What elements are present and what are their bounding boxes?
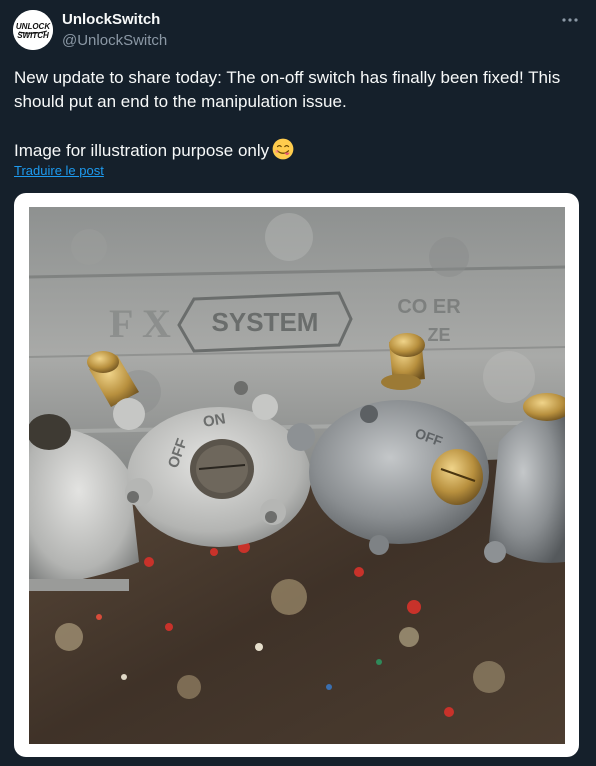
avatar[interactable]: UNLOCK SWITCH <box>13 10 53 50</box>
face-savoring-food-emoji-icon <box>272 138 294 160</box>
more-options-button[interactable] <box>556 8 584 32</box>
tweet-text-paragraph-2: Image for illustration purpose only <box>14 138 582 163</box>
tweet-photo[interactable]: SYSTEM CO ER ZE F X OFF ON OFF <box>29 207 565 744</box>
author-display-name[interactable]: UnlockSwitch <box>62 11 160 28</box>
unlockswitch-logo-icon: UNLOCK SWITCH <box>13 10 53 50</box>
photo-lettering-system: SYSTEM <box>212 307 319 337</box>
tweet-media[interactable]: SYSTEM CO ER ZE F X OFF ON OFF <box>14 193 579 757</box>
tweet-card: UNLOCK SWITCH UnlockSwitch @UnlockSwitch… <box>0 0 596 766</box>
svg-text:CO ER: CO ER <box>397 296 461 318</box>
tweet-text-paragraph-1: New update to share today: The on-off sw… <box>14 68 561 111</box>
tweet-text-line-2: Image for illustration purpose only <box>14 141 270 160</box>
author-handle[interactable]: @UnlockSwitch <box>62 32 167 49</box>
more-options-icon <box>562 18 578 22</box>
svg-text:F X: F X <box>109 301 171 346</box>
translate-post-link[interactable]: Traduire le post <box>14 163 104 178</box>
tweet-text: New update to share today: The on-off sw… <box>14 66 582 163</box>
svg-text:ZE: ZE <box>427 325 450 345</box>
svg-text:UNLOCK: UNLOCK <box>16 22 51 31</box>
